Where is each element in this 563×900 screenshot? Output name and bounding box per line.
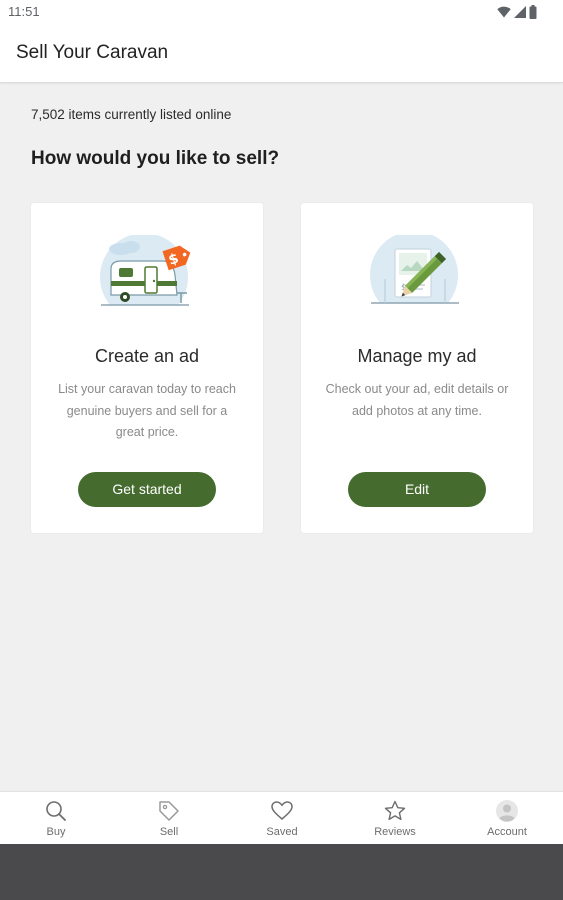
nav-label: Buy (46, 826, 66, 838)
nav-item-saved[interactable]: Saved (226, 792, 338, 844)
status-time: 11:51 (8, 4, 40, 19)
search-icon (46, 801, 66, 821)
nav-item-account[interactable]: Account (451, 792, 563, 844)
battery-icon (529, 5, 537, 19)
system-navigation-area (0, 844, 563, 900)
nav-item-sell[interactable]: Sell (113, 792, 225, 844)
tag-icon (159, 801, 179, 821)
nav-label: Account (487, 826, 527, 838)
listed-count: 7,502 items currently listed online (31, 107, 232, 122)
edit-button[interactable]: Edit (348, 472, 486, 507)
card-title: Create an ad (94, 346, 200, 366)
card-description: Check out your ad, edit details or add p… (325, 382, 509, 418)
card-description: List your caravan today to reach genuine… (58, 382, 236, 439)
star-icon (384, 800, 406, 821)
nav-item-buy[interactable]: Buy (0, 792, 112, 844)
nav-label: Saved (266, 826, 298, 838)
wifi-icon (497, 6, 511, 18)
signal-icon (514, 6, 526, 18)
nav-label: Sell (159, 826, 179, 838)
heart-icon (271, 801, 293, 820)
page-title: Sell Your Caravan (16, 42, 169, 63)
edit-ad-pencil-illustration: $ (370, 235, 459, 304)
status-icons (497, 5, 537, 19)
nav-item-reviews[interactable]: Reviews (339, 792, 451, 844)
app-bar: Sell Your Caravan (0, 24, 563, 83)
bottom-nav: Buy Sell Saved Reviews Account (0, 791, 563, 844)
caravan-price-tag-illustration: $ (100, 235, 191, 306)
status-bar: 11:51 (0, 0, 563, 24)
manage-ad-card: $ Manage my ad Check out your ad, edit d… (301, 203, 533, 533)
avatar-icon (496, 800, 518, 822)
create-ad-card: $ Create an ad List your caravan today t… (31, 203, 263, 533)
section-heading: How would you like to sell? (31, 148, 280, 169)
screen: 11:51 Sell Your Caravan 7,502 items curr… (0, 0, 563, 844)
get-started-button[interactable]: Get started (78, 472, 216, 507)
nav-label: Reviews (374, 826, 416, 838)
card-title: Manage my ad (357, 346, 477, 366)
